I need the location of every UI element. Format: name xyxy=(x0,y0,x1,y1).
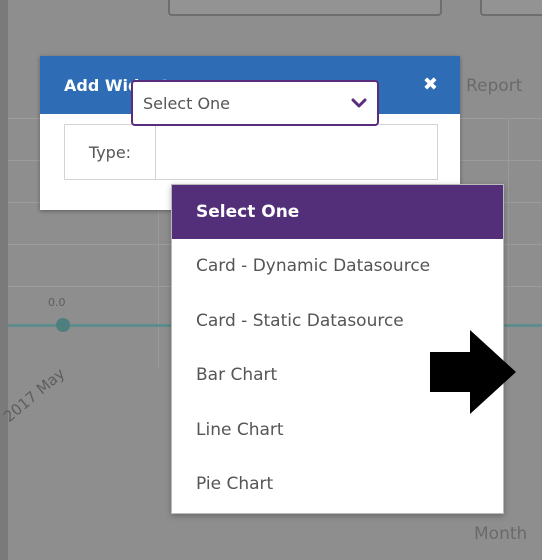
widget-type-select[interactable]: Select One xyxy=(131,80,379,126)
type-form-row: Type: xyxy=(64,124,438,180)
select-value: Select One xyxy=(143,93,231,113)
dropdown-option-select-one[interactable]: Select One xyxy=(172,185,503,239)
dropdown-option-pie-chart[interactable]: Pie Chart xyxy=(172,457,503,512)
type-label: Type: xyxy=(65,125,156,179)
background-top-field xyxy=(168,0,442,16)
chart-data-point xyxy=(56,318,70,332)
background-report-text: Report xyxy=(466,76,523,96)
right-arrow-icon xyxy=(430,330,516,414)
chart-point-label: 0.0 xyxy=(48,296,66,309)
background-left-strip xyxy=(0,0,8,560)
background-top-field-right xyxy=(480,0,542,16)
background-month-label: Month xyxy=(474,524,528,544)
dropdown-option-card-dynamic[interactable]: Card - Dynamic Datasource xyxy=(172,239,503,294)
chevron-down-icon xyxy=(351,98,367,108)
close-icon[interactable]: ✖ xyxy=(423,76,438,94)
